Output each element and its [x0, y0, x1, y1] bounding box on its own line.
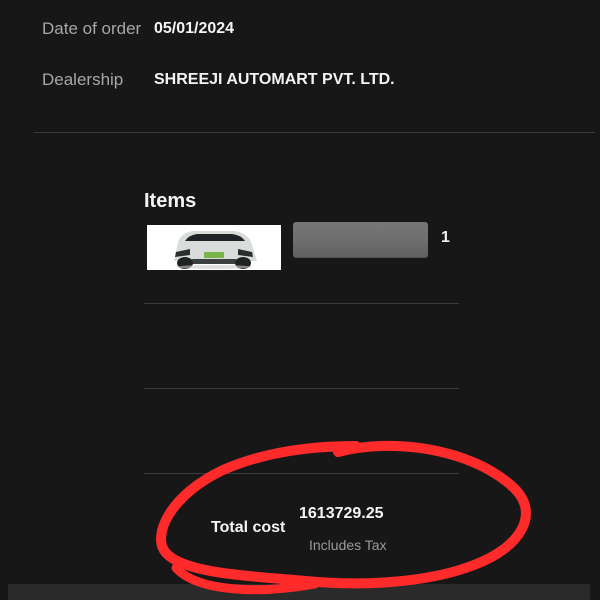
dealership-value: SHREEJI AUTOMART PVT. LTD. — [154, 71, 395, 88]
item-divider — [144, 473, 459, 474]
date-of-order-label: Date of order — [42, 19, 142, 38]
dealership-label: Dealership — [42, 70, 124, 89]
bottom-bar — [8, 584, 590, 600]
total-cost-label: Total cost — [211, 519, 286, 536]
item-quantity: 1 — [441, 229, 450, 246]
items-heading: Items — [144, 189, 197, 212]
car-thumbnail[interactable] — [147, 225, 281, 270]
item-divider — [144, 303, 459, 304]
item-divider — [144, 388, 459, 389]
total-cost-value: 1613729.25 — [299, 505, 384, 522]
car-image-icon — [147, 225, 281, 270]
date-of-order-value: 05/01/2024 — [154, 20, 235, 37]
redacted-item-name — [293, 222, 428, 258]
includes-tax-note: Includes Tax — [309, 537, 387, 553]
section-divider — [34, 132, 595, 133]
